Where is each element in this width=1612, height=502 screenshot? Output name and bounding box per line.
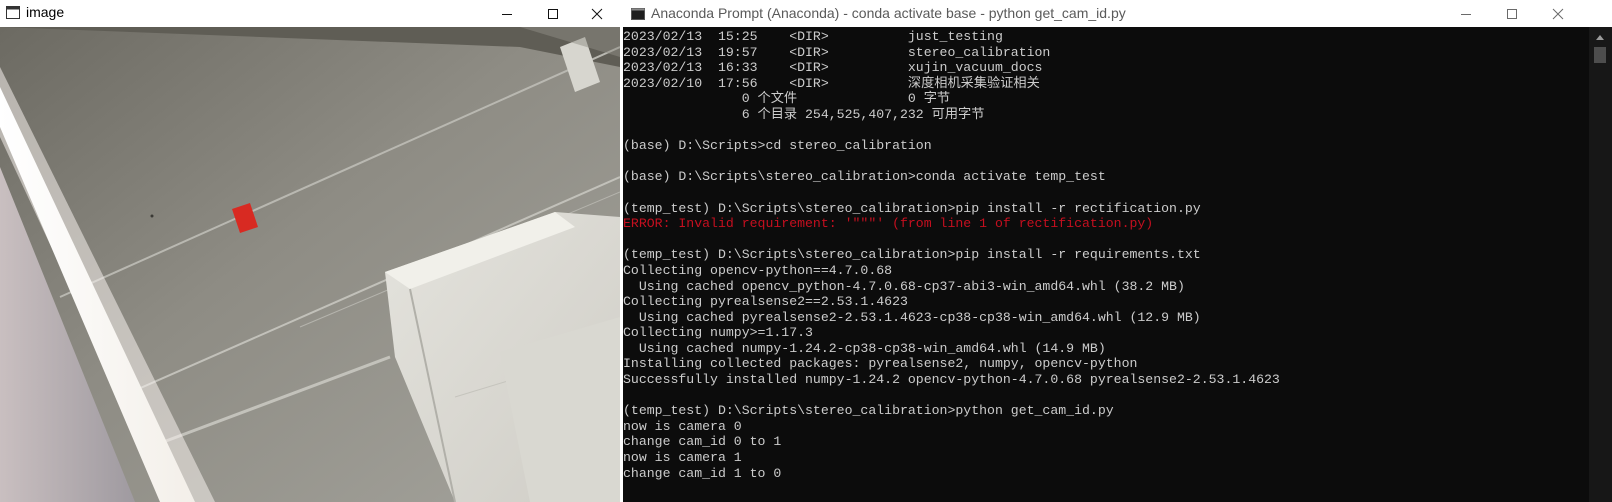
console-line: (base) D:\Scripts\stereo_calibration>con… [623,169,1106,185]
image-window: image [0,0,620,502]
console-line: 0 个文件 0 字节 [623,91,951,107]
console-line: Collecting pyrealsense2==2.53.1.4623 [623,294,908,310]
console-line: Successfully installed numpy-1.24.2 open… [623,372,1280,388]
console-line: Collecting opencv-python==4.7.0.68 [623,262,893,278]
console-line: 2023/02/13 16:33 <DIR> xujin_vacuum_docs [623,60,1043,76]
maximize-button[interactable] [530,0,576,27]
scrollbar-thumb[interactable] [1594,47,1606,63]
camera-image [0,27,620,502]
console-window-title: Anaconda Prompt (Anaconda) - conda activ… [651,5,1126,21]
maximize-icon [548,9,558,19]
minimize-button[interactable] [484,0,530,27]
console-line: 2023/02/13 19:57 <DIR> stereo_calibratio… [623,44,1051,60]
console-window-titlebar[interactable]: Anaconda Prompt (Anaconda) - conda activ… [623,0,1612,27]
console-line: Collecting numpy>=1.17.3 [623,325,813,341]
image-window-titlebar[interactable]: image [0,0,620,27]
console-line: 2023/02/13 15:25 <DIR> just_testing [623,29,1003,44]
console-lines: 2023/02/13 15:25 <DIR> just_testing 2023/… [623,29,1280,481]
maximize-icon [1507,9,1517,19]
close-button[interactable] [574,0,620,27]
console-line: (temp_test) D:\Scripts\stereo_calibratio… [623,200,1201,216]
image-window-title: image [26,4,65,20]
console-output[interactable]: 2023/02/13 15:25 <DIR> just_testing 2023/… [623,27,1589,502]
console-line: (temp_test) D:\Scripts\stereo_calibratio… [623,403,1114,419]
opencv-window-icon [6,6,20,19]
scroll-up-arrow-icon[interactable] [1595,33,1605,41]
minimize-icon [502,14,512,15]
close-icon [1552,8,1564,20]
console-line: 6 个目录 254,525,407,232 可用字节 [623,106,985,122]
console-line: (temp_test) D:\Scripts\stereo_calibratio… [623,247,1201,263]
minimize-button[interactable] [1443,0,1489,27]
close-button[interactable] [1535,0,1581,27]
console-line: Using cached numpy-1.24.2-cp38-cp38-win_… [623,340,1106,356]
console-line: (base) D:\Scripts>cd stereo_calibration [623,138,932,154]
minimize-icon [1461,14,1471,15]
console-line: change cam_id 0 to 1 [623,434,782,450]
console-line: 2023/02/10 17:56 <DIR> 深度相机采集验证相关 [623,75,1040,91]
console-line: change cam_id 1 to 0 [623,465,782,481]
close-icon [591,8,603,20]
console-line: Installing collected packages: pyrealsen… [623,356,1138,372]
console-error-line: ERROR: Invalid requirement: '"""' (from … [623,216,1154,232]
console-line: now is camera 1 [623,450,742,466]
console-line: Using cached pyrealsense2-2.53.1.4623-cp… [623,309,1201,325]
console-icon [631,7,645,20]
console-line: now is camera 0 [623,418,742,434]
maximize-button[interactable] [1489,0,1535,27]
console-line: Using cached opencv_python-4.7.0.68-cp37… [623,278,1185,294]
console-window: Anaconda Prompt (Anaconda) - conda activ… [623,0,1612,502]
console-scrollbar[interactable] [1589,27,1612,502]
